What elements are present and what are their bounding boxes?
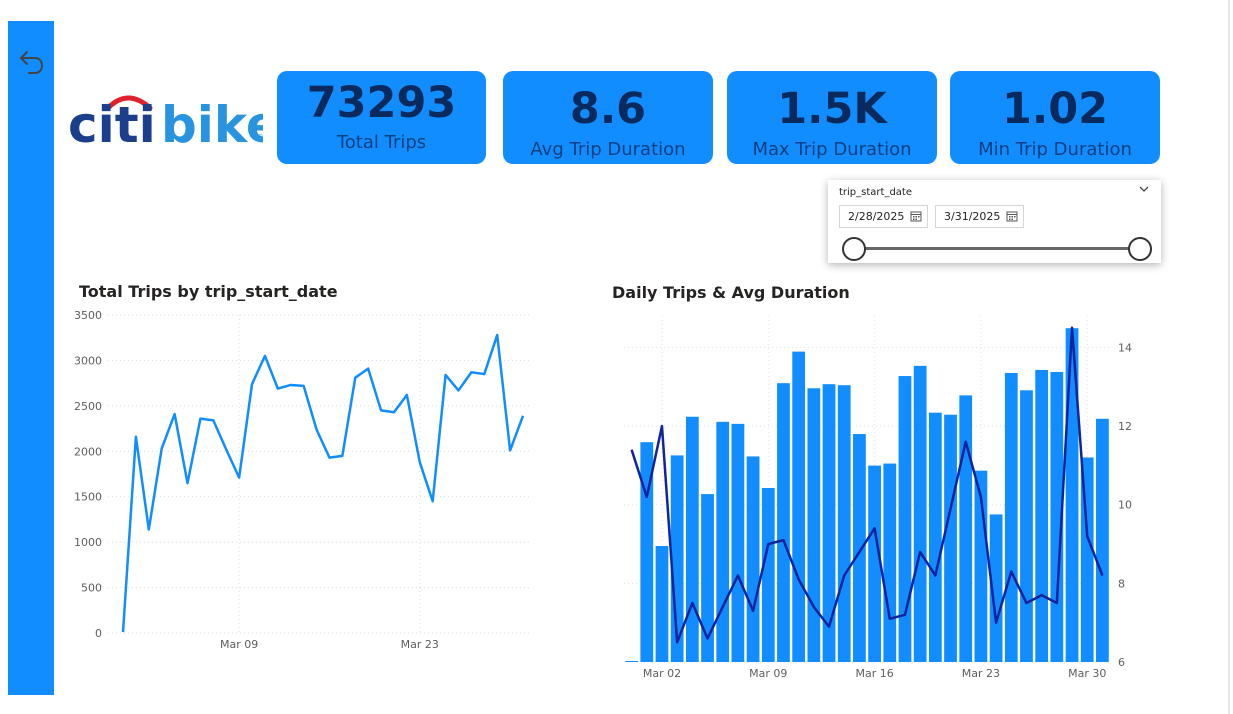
logo-registered: ®: [256, 133, 263, 142]
chart2-bar: [777, 383, 790, 662]
chart2-bar: [944, 414, 957, 662]
chart2-bar: [913, 365, 927, 662]
chart2-x-tick-label: Mar 09: [749, 667, 787, 680]
chart2-bar: [837, 385, 851, 662]
chart2-bar: [792, 351, 806, 662]
chart2-bar: [685, 416, 699, 662]
start-date-value: 2/28/2025: [848, 210, 905, 223]
chart2-bar: [1096, 418, 1109, 662]
page-right-border: [1228, 0, 1230, 714]
chart2-y2-tick-label: 10: [1118, 499, 1132, 512]
card-value: 1.5K: [777, 84, 887, 134]
chart2-x-tick-label: Mar 30: [1068, 667, 1106, 680]
card-min-trip-duration: 1.02 Min Trip Duration: [950, 71, 1160, 164]
card-label: Total Trips: [336, 132, 427, 153]
line-chart-total-trips: 3500 3000 2500 2000 1500 1000 500 0 Mar 09 Mar 23: [74, 309, 532, 651]
slider-end-handle[interactable]: [1128, 237, 1152, 261]
card-label: Avg Trip Duration: [530, 139, 686, 160]
card-total-trips: 73293 Total Trips: [277, 71, 486, 164]
chart1-y-tick-label: 3000: [74, 354, 102, 367]
chart2-y2-tick-label: 6: [1118, 656, 1125, 669]
chart2-bar: [731, 423, 745, 662]
chart1-y-tick-label: 1500: [74, 491, 102, 504]
combo-chart-daily-trips: 14 12 10 8 6 Mar 02 Mar 09 Mar 16 Mar 23 Mar 30: [624, 316, 1132, 680]
slider-track[interactable]: [854, 247, 1141, 250]
chart2-bar: [868, 465, 881, 662]
card-value: 73293: [306, 78, 457, 128]
chart1-y-tick-label: 3500: [74, 309, 102, 322]
chart2-y2-tick-label: 14: [1118, 341, 1132, 354]
back-arrow-icon[interactable]: [14, 43, 48, 77]
card-value: 8.6: [569, 84, 647, 134]
chevron-down-icon[interactable]: [1138, 184, 1150, 194]
start-date-input[interactable]: 2/28/2025: [839, 205, 928, 228]
logo-citi: citi: [68, 96, 156, 150]
chart1-title: Total Trips by trip_start_date: [79, 282, 338, 301]
chart1-y-tick-label: 500: [81, 582, 102, 595]
chart2-bar: [1004, 372, 1018, 662]
card-max-trip-duration: 1.5K Max Trip Duration: [727, 71, 937, 164]
chart2-y2-tick-label: 12: [1118, 420, 1132, 433]
chart2-bar: [898, 376, 912, 662]
chart1-x-tick-label: Mar 23: [401, 638, 439, 651]
citi-bike-logo: citi bike ®: [68, 95, 263, 150]
calendar-icon[interactable]: [1006, 210, 1018, 222]
date-slicer: trip_start_date 2/28/2025 3/31/2025: [828, 180, 1161, 263]
slicer-title: trip_start_date: [839, 187, 912, 198]
chart1-x-tick-label: Mar 09: [220, 638, 258, 651]
chart1-y-tick-label: 2500: [74, 400, 102, 413]
card-label: Max Trip Duration: [752, 139, 912, 160]
chart2-x-tick-label: Mar 16: [855, 667, 893, 680]
end-date-input[interactable]: 3/31/2025: [935, 205, 1024, 228]
chart1-series-line: [121, 333, 525, 633]
chart2-bar: [928, 412, 942, 662]
chart1-y-tick-label: 2000: [74, 445, 102, 458]
chart2-bar: [853, 434, 866, 662]
chart2-bar: [655, 545, 669, 662]
chart1-y-tick-label: 1000: [74, 536, 102, 549]
card-value: 1.02: [1001, 84, 1109, 134]
chart2-bar: [746, 456, 760, 662]
logo-bike: bike: [161, 96, 263, 150]
chart1-y-tick-label: 0: [95, 627, 102, 640]
chart2-x-tick-label: Mar 02: [643, 667, 681, 680]
slider-start-handle[interactable]: [842, 237, 866, 261]
sidebar: [8, 21, 54, 695]
card-label: Min Trip Duration: [978, 139, 1132, 160]
card-avg-trip-duration: 8.6 Avg Trip Duration: [503, 71, 713, 164]
calendar-icon[interactable]: [910, 210, 922, 222]
chart2-bar: [1020, 390, 1033, 662]
end-date-value: 3/31/2025: [944, 210, 1001, 223]
chart2-bar: [807, 388, 821, 662]
chart2-bar: [716, 421, 730, 662]
chart2-y2-tick-label: 8: [1118, 577, 1125, 590]
chart2-bar: [959, 395, 973, 662]
chart2-bar: [1035, 369, 1049, 662]
chart2-bar: [761, 487, 775, 662]
chart2-bar: [625, 660, 638, 662]
chart2-x-tick-label: Mar 23: [962, 667, 1000, 680]
chart2-bar: [883, 463, 897, 662]
